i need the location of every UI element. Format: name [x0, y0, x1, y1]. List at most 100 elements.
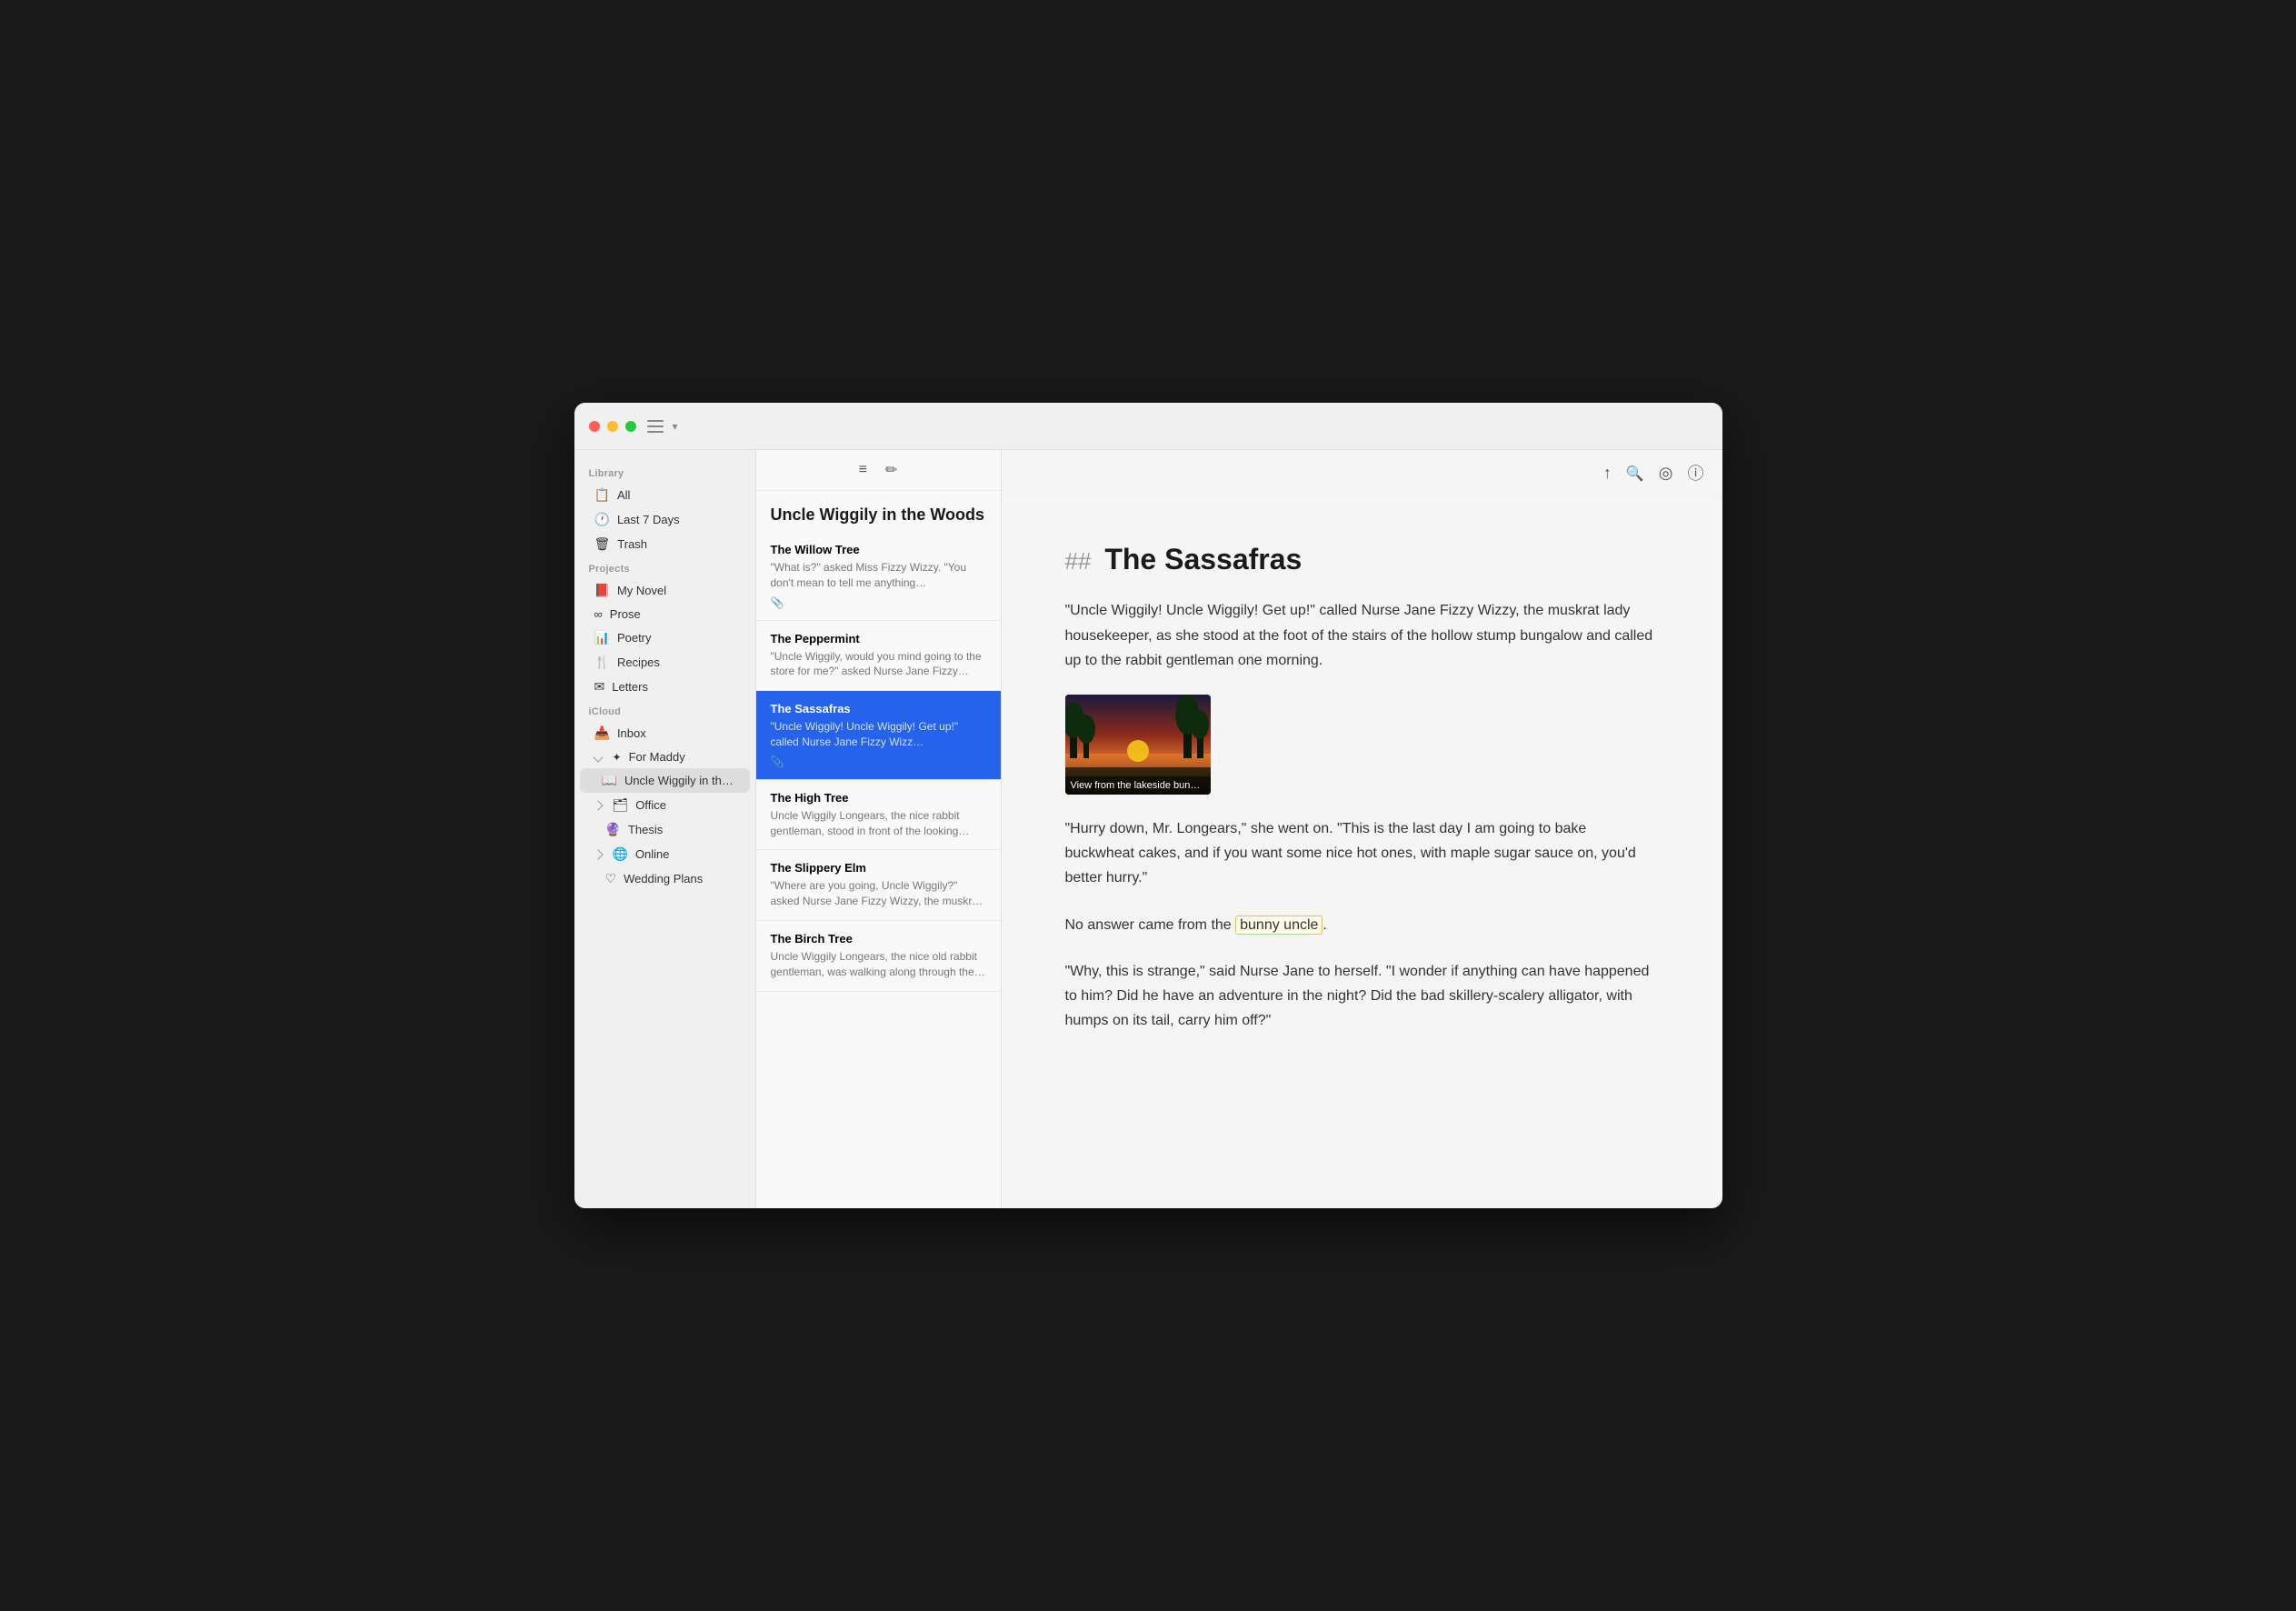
note-item-sassafras[interactable]: The Sassafras "Uncle Wiggily! Uncle Wigg… — [756, 691, 1001, 780]
sidebar-item-thesis[interactable]: 🔮 Thesis — [580, 817, 750, 842]
icloud-section-label: iCloud — [574, 699, 755, 721]
note-item-willowtree[interactable]: The Willow Tree "What is?" asked Miss Fi… — [756, 532, 1001, 621]
sidebar-item-office[interactable]: 🗂 Office — [580, 793, 750, 817]
paragraph-4: "Why, this is strange," said Nurse Jane … — [1065, 959, 1659, 1034]
traffic-lights — [589, 421, 636, 432]
editor-content: ## The Sassafras "Uncle Wiggily! Uncle W… — [1002, 496, 1722, 1208]
chevron-down-icon — [593, 752, 603, 762]
minimize-button[interactable] — [607, 421, 618, 432]
filter-icon: ≡ — [859, 462, 867, 477]
share-button[interactable]: ↑ — [1603, 464, 1612, 483]
sidebar-item-weddingplans[interactable]: ♡ Wedding Plans — [580, 866, 750, 891]
close-button[interactable] — [589, 421, 600, 432]
sidebar-item-label: Uncle Wiggily in th… — [624, 774, 735, 787]
sidebar-item-label: Thesis — [628, 823, 735, 836]
note-preview: "Uncle Wiggily! Uncle Wiggily! Get up!" … — [771, 719, 986, 750]
note-title: The Willow Tree — [771, 543, 986, 556]
search-button[interactable]: 🔍 — [1626, 464, 1644, 483]
sidebar-item-all[interactable]: 📋 All — [580, 483, 750, 507]
badge-button[interactable]: ◎ — [1659, 464, 1673, 483]
sidebar-item-label: Letters — [612, 680, 734, 694]
note-title: The Sassafras — [771, 702, 986, 715]
attachment-icon: 📎 — [771, 755, 986, 768]
note-preview: "Uncle Wiggily, would you mind going to … — [771, 649, 986, 680]
sidebar-item-inbox[interactable]: 📥 Inbox — [580, 721, 750, 745]
filter-button[interactable]: ≡ — [855, 458, 871, 482]
note-title: The Birch Tree — [771, 932, 986, 946]
sidebar-item-mynovel[interactable]: 📕 My Novel — [580, 578, 750, 603]
paragraph-3: No answer came from the bunny uncle. — [1065, 913, 1659, 937]
note-list-header-area: Uncle Wiggily in the Woods — [756, 491, 1001, 532]
info-button[interactable]: ⓘ — [1688, 461, 1704, 485]
globe-icon: 🌐 — [613, 846, 628, 862]
app-window: ▾ Library 📋 All 🕐 Last 7 Days 🗑 Trash Pr… — [574, 403, 1722, 1208]
search-icon: 🔍 — [1626, 466, 1644, 482]
paragraph-2: "Hurry down, Mr. Longears," she went on.… — [1065, 816, 1659, 891]
image-caption: View from the lakeside bun… — [1065, 776, 1211, 795]
fork-icon: 🍴 — [594, 655, 610, 670]
sidebar-item-unclewiggily[interactable]: 📖 Uncle Wiggily in th… — [580, 768, 750, 793]
paragraph-3-before: No answer came from the — [1065, 917, 1236, 933]
sparkle-icon: ✦ — [613, 751, 622, 764]
clock-icon: 🕐 — [594, 512, 610, 527]
badge-icon: ◎ — [1659, 464, 1673, 482]
attachment-icon: 📎 — [771, 596, 986, 609]
sidebar-item-online[interactable]: 🌐 Online — [580, 842, 750, 866]
title-text: The Sassafras — [1104, 543, 1302, 575]
note-list-toolbar: ≡ ✏ — [756, 450, 1001, 491]
note-title: The Slippery Elm — [771, 861, 986, 875]
editor-panel: ↑ 🔍 ◎ ⓘ ## The Sassafras "Uncle Wiggily!… — [1002, 450, 1722, 1208]
library-section-label: Library — [574, 461, 755, 483]
note-preview: "What is?" asked Miss Fizzy Wizzy. "You … — [771, 560, 986, 591]
sidebar-item-label: Wedding Plans — [624, 872, 734, 886]
chevron-right-icon — [593, 849, 603, 859]
sidebar-item-last7days[interactable]: 🕐 Last 7 Days — [580, 507, 750, 532]
note-item-birchtree[interactable]: The Birch Tree Uncle Wiggily Longears, t… — [756, 921, 1001, 992]
paragraph-3-after: . — [1323, 917, 1326, 933]
projects-section-label: Projects — [574, 556, 755, 578]
sidebar-item-label: My Novel — [617, 584, 735, 597]
note-item-slipperyelm[interactable]: The Slippery Elm "Where are you going, U… — [756, 850, 1001, 921]
title-prefix: ## — [1065, 547, 1092, 575]
share-icon: ↑ — [1603, 464, 1612, 482]
grid-icon: 🗂 — [613, 797, 629, 813]
book-icon: 📕 — [594, 583, 610, 598]
compose-button[interactable]: ✏ — [882, 457, 901, 483]
sidebar: Library 📋 All 🕐 Last 7 Days 🗑 Trash Proj… — [574, 450, 756, 1208]
compose-icon: ✏ — [885, 463, 897, 478]
titlebar: ▾ — [574, 403, 1722, 450]
sidebar-item-recipes[interactable]: 🍴 Recipes — [580, 650, 750, 675]
sidebar-item-label: Poetry — [617, 631, 735, 645]
sidebar-item-label: Online — [635, 847, 735, 861]
heart-icon: ♡ — [605, 871, 617, 886]
infinity-icon: ∞ — [594, 607, 603, 621]
chevron-down-icon[interactable]: ▾ — [673, 420, 678, 433]
chevron-right-icon — [593, 800, 603, 810]
sidebar-item-formaddy[interactable]: ✦ For Maddy — [580, 745, 750, 768]
sidebar-item-label: For Maddy — [629, 750, 735, 764]
note-title: The High Tree — [771, 791, 986, 805]
titlebar-controls: ▾ — [647, 420, 678, 433]
inbox-icon: 📥 — [594, 725, 610, 741]
note-item-hightree[interactable]: The High Tree Uncle Wiggily Longears, th… — [756, 780, 1001, 851]
all-icon: 📋 — [594, 487, 610, 503]
sidebar-item-label: Inbox — [617, 726, 735, 740]
note-list-title: Uncle Wiggily in the Woods — [771, 505, 986, 525]
sidebar-item-trash[interactable]: 🗑 Trash — [580, 532, 750, 556]
note-title: The Peppermint — [771, 632, 986, 645]
sidebar-item-poetry[interactable]: 📊 Poetry — [580, 625, 750, 650]
editor-toolbar: ↑ 🔍 ◎ ⓘ — [1002, 450, 1722, 496]
fullscreen-button[interactable] — [625, 421, 636, 432]
note-preview: Uncle Wiggily Longears, the nice old rab… — [771, 949, 986, 980]
mail-icon: ✉ — [594, 679, 605, 695]
sidebar-toggle-icon[interactable] — [647, 420, 664, 433]
sidebar-item-label: Recipes — [617, 655, 735, 669]
note-item-peppermint[interactable]: The Peppermint "Uncle Wiggily, would you… — [756, 621, 1001, 692]
note-items: The Willow Tree "What is?" asked Miss Fi… — [756, 532, 1001, 1208]
sidebar-item-prose[interactable]: ∞ Prose — [580, 603, 750, 625]
image-container: View from the lakeside bun… — [1065, 695, 1659, 795]
sidebar-item-label: All — [617, 488, 735, 502]
note-list: ≡ ✏ Uncle Wiggily in the Woods The Willo… — [756, 450, 1002, 1208]
sidebar-item-letters[interactable]: ✉ Letters — [580, 675, 750, 699]
sidebar-item-label: Last 7 Days — [617, 513, 735, 526]
